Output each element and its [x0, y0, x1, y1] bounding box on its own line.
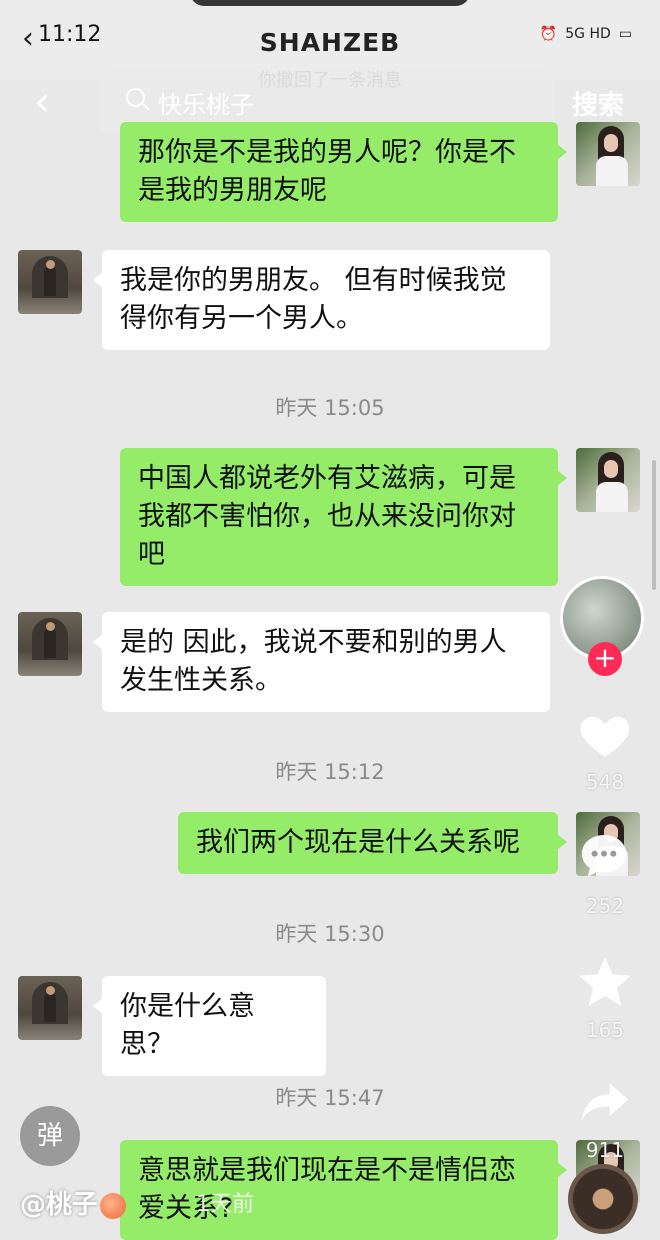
alarm-icon: ⏰	[539, 26, 558, 42]
back-button[interactable]: ‹	[34, 82, 50, 122]
contact-avatar	[18, 612, 82, 676]
timestamp: 昨天 15:05	[275, 396, 385, 420]
message-bubble-received: 是的 因此，我说不要和别的男人发生性关系。	[93, 612, 550, 712]
search-query[interactable]: 快乐桃子	[158, 85, 254, 120]
message-bubble-sent: 中国人都说老外有艾滋病，可是我都不害怕你，也从来没问你对吧	[120, 448, 567, 586]
share-icon[interactable]	[574, 1074, 636, 1130]
timestamp: 昨天 15:30	[275, 922, 385, 946]
comment-icon[interactable]	[574, 828, 634, 884]
post-time: 1天前	[196, 1192, 254, 1217]
star-icon[interactable]	[574, 952, 636, 1014]
search-icon	[126, 88, 145, 107]
phone-notch	[190, 0, 470, 6]
my-avatar	[576, 448, 640, 512]
message-bubble-sent: 我们两个现在是什么关系呢	[178, 812, 567, 874]
barrage-toggle-button[interactable]: 弹	[20, 1106, 80, 1166]
message-bubble-received: 你是什么意思？	[93, 976, 326, 1076]
my-avatar	[576, 122, 640, 186]
follow-plus-icon[interactable]: +	[588, 642, 622, 676]
like-count: 548	[585, 770, 625, 794]
favorite-count: 165	[585, 1018, 625, 1042]
heart-icon[interactable]	[576, 706, 634, 764]
author-name[interactable]: @桃子	[20, 1184, 127, 1221]
contact-avatar	[18, 250, 82, 314]
search-button[interactable]: 搜索	[572, 85, 624, 122]
peach-emoji-icon	[100, 1192, 127, 1219]
message-bubble-sent: 那你是不是我的男人呢？你是不是我的男朋友呢	[120, 122, 567, 222]
contact-avatar	[18, 976, 82, 1040]
music-disc-icon[interactable]	[568, 1164, 638, 1234]
network-label: 5G HD	[565, 26, 611, 42]
system-icons: ⏰ 5G HD ▭	[540, 26, 632, 42]
scrollbar[interactable]	[652, 460, 656, 590]
message-bubble-sent: 意思就是我们现在是不是情侣恋爱关系?	[120, 1140, 567, 1240]
message-bubble-received: 我是你的男朋友。 但有时候我觉得你有另一个男人。	[93, 250, 550, 350]
timestamp: 昨天 15:47	[275, 1086, 385, 1110]
battery-icon: ▭	[618, 26, 632, 42]
comment-count: 252	[585, 894, 625, 918]
share-count: 911	[585, 1138, 625, 1162]
